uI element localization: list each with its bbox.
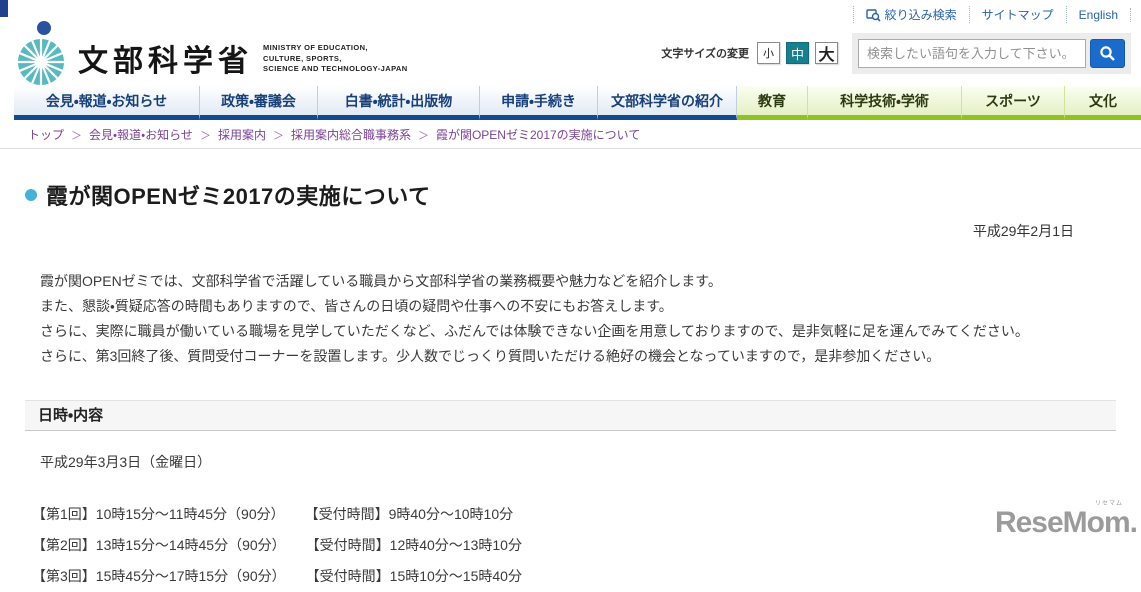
font-size-large-button[interactable]: 大 [815, 42, 838, 64]
nav-item-press[interactable]: 会見・報道・お知らせ [14, 86, 200, 120]
page-title: 霞が関OPENゼミ2017の実施について [46, 184, 431, 209]
search-input[interactable] [858, 38, 1086, 68]
session-reception: 【受付時間】12時40分～13時10分 [312, 537, 522, 553]
nav-item-about-mext[interactable]: 文部科学省の紹介 [598, 86, 737, 120]
filter-search-link[interactable]: 絞り込み検索 [852, 6, 970, 23]
nav-item-sports[interactable]: スポーツ [962, 86, 1065, 120]
event-date: 平成29年3月3日（金曜日） [40, 454, 212, 470]
paragraph: さらに、実際に職員が働いている職場を見学していただくなど、ふだんでは体験できない… [40, 323, 1029, 339]
corner-accent [0, 0, 8, 17]
session-row: 【第3回】15時45分～17時15分（90分） 【受付時間】15時10分～15時4… [32, 561, 1116, 592]
title-bullet-icon [25, 189, 37, 201]
breadcrumb-link-recruit[interactable]: 採用案内 [218, 126, 266, 143]
site-name-en-line: SCIENCE AND TECHNOLOGY-JAPAN [263, 64, 408, 74]
filter-search-label: 絞り込み検索 [884, 8, 957, 22]
font-size-label: 文字サイズの変更 [661, 48, 749, 60]
paragraph: 霞が関OPENゼミでは、文部科学省で活躍している職員から文部科学省の業務概要や魅… [40, 273, 722, 289]
breadcrumb-separator: ＞ [71, 129, 83, 142]
watermark-suffix: . [1129, 506, 1138, 539]
watermark-ruby: リセマム [1094, 501, 1123, 507]
session-time: 【第3回】15時45分～17時15分（90分） [32, 568, 286, 584]
nav-item-whitepaper[interactable]: 白書・統計・出版物 [318, 86, 480, 120]
english-link[interactable]: English [1067, 7, 1131, 22]
session-row: 【第1回】10時15分～11時45分（90分） 【受付時間】9時40分～10時10… [32, 499, 1116, 530]
breadcrumb-separator: ＞ [272, 129, 284, 142]
font-size-switcher: 文字サイズの変更 小 中 大 [661, 42, 838, 64]
site-name-en-line: MINISTRY OF EDUCATION, [263, 43, 368, 53]
sitemap-link[interactable]: サイトマップ [970, 6, 1067, 23]
breadcrumb-current: 霞が関OPENゼミ2017の実施について [435, 128, 641, 142]
section-heading-schedule: 日時・内容 [25, 400, 1116, 431]
font-size-medium-button[interactable]: 中 [786, 42, 809, 64]
breadcrumb-separator: ＞ [199, 129, 211, 142]
intro-paragraphs: 霞が関OPENゼミでは、文部科学省で活躍している職員から文部科学省の業務概要や魅… [25, 269, 1116, 369]
site-name-english: MINISTRY OF EDUCATION, CULTURE, SPORTS, … [263, 43, 408, 75]
nav-item-education[interactable]: 教育 [737, 86, 808, 120]
breadcrumb-link-recruit-general[interactable]: 採用案内総合職事務系 [291, 126, 411, 143]
page: 絞り込み検索 サイトマップ English 文部科学省 MINISTRY OF … [0, 0, 1141, 584]
paragraph: また、懇談・質疑応答の時間もありますので、皆さんの日頃の疑問や仕事への不安にもお… [40, 298, 673, 314]
watermark-text: ReseMom [994, 506, 1131, 539]
paragraph: さらに、第3回終了後、質問受付コーナーを設置します。少人数でじっくり質問いただけ… [40, 348, 941, 364]
breadcrumb: トップ ＞ 会見・報道・お知らせ ＞ 採用案内 ＞ 採用案内総合職事務系 ＞ 霞… [0, 120, 1141, 149]
session-reception: 【受付時間】15時10分～15時40分 [312, 568, 522, 584]
search-icon [1100, 45, 1115, 61]
nav-item-policy[interactable]: 政策・審議会 [200, 86, 318, 120]
session-time: 【第2回】13時15分～14時45分（90分） [32, 537, 286, 553]
filter-search-icon [865, 8, 881, 22]
session-reception: 【受付時間】9時40分～10時10分 [311, 506, 514, 522]
site-search [852, 32, 1131, 74]
session-row: 【第2回】13時15分～14時45分（90分） 【受付時間】12時40分～13時1… [32, 530, 1116, 561]
site-logo[interactable]: 文部科学省 MINISTRY OF EDUCATION, CULTURE, SP… [14, 20, 408, 86]
breadcrumb-separator: ＞ [417, 129, 429, 142]
main-content: 霞が関OPENゼミ2017の実施について 平成29年2月1日 霞が関OPENゼミ… [0, 179, 1141, 592]
site-header: 文部科学省 MINISTRY OF EDUCATION, CULTURE, SP… [0, 21, 1141, 86]
session-time: 【第1回】10時15分～11時45分（90分） [32, 506, 285, 522]
english-label: English [1078, 7, 1118, 22]
nav-item-application[interactable]: 申請・手続き [480, 86, 598, 120]
font-size-small-button[interactable]: 小 [757, 42, 780, 64]
search-button[interactable] [1090, 38, 1125, 68]
session-list: 【第1回】10時15分～11時45分（90分） 【受付時間】9時40分～10時10… [25, 499, 1116, 592]
global-nav: 会見・報道・お知らせ 政策・審議会 白書・統計・出版物 申請・手続き 文部科学省… [14, 86, 1141, 120]
site-name-en-line: CULTURE, SPORTS, [263, 53, 342, 63]
published-date: 平成29年2月1日 [972, 223, 1074, 239]
sitemap-label: サイトマップ [981, 8, 1054, 22]
site-name: 文部科学省 [78, 45, 253, 78]
nav-item-science[interactable]: 科学技術・学術 [808, 86, 962, 120]
mext-flower-icon [18, 21, 64, 85]
page-title-row: 霞が関OPENゼミ2017の実施について [25, 179, 1116, 211]
nav-item-culture[interactable]: 文化 [1065, 86, 1141, 120]
header-tools: 文字サイズの変更 小 中 大 [661, 32, 1131, 74]
breadcrumb-link-press[interactable]: 会見・報道・お知らせ [89, 126, 193, 143]
breadcrumb-link-home[interactable]: トップ [28, 126, 64, 143]
watermark-resemom: リセマム ReseMom. [994, 501, 1138, 539]
